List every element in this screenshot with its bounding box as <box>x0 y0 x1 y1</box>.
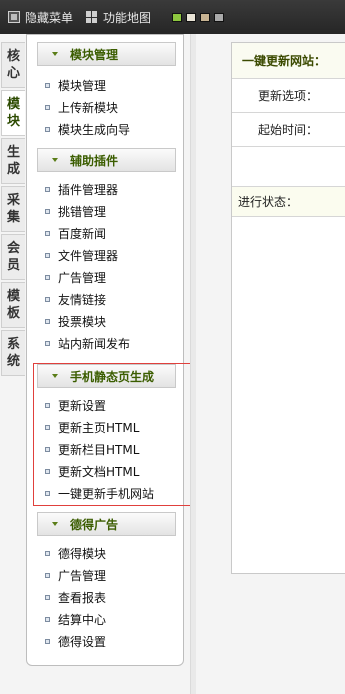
menu-item[interactable]: 广告管理 <box>45 566 106 584</box>
sitemap-button[interactable]: 功能地图 <box>86 9 151 25</box>
menu-item[interactable]: 更新设置 <box>45 396 106 414</box>
theme-swatch-green[interactable] <box>172 13 182 22</box>
bullet-icon <box>45 550 50 556</box>
side-menu-panel: 模块管理 模块管理 上传新模块 模块生成向导 辅助插件 插件管理器 挑错管理 百… <box>26 34 184 666</box>
bullet-icon <box>45 208 50 214</box>
top-toolbar: 隐藏菜单 功能地图 <box>0 0 345 34</box>
menu-group-plugins[interactable]: 辅助插件 <box>37 148 176 172</box>
theme-swatch-gray[interactable] <box>214 13 224 22</box>
menu-item[interactable]: 投票模块 <box>45 312 106 330</box>
hide-menu-icon <box>8 11 20 23</box>
menu-group-mobile-static[interactable]: 手机静态页生成 <box>37 364 176 388</box>
bullet-icon <box>45 230 50 236</box>
sitemap-icon <box>86 11 98 23</box>
bullet-icon <box>45 490 50 496</box>
tab-core[interactable]: 核心 <box>1 42 25 88</box>
menu-group-dede-ads[interactable]: 德得广告 <box>37 512 176 536</box>
bullet-icon <box>45 82 50 88</box>
start-time-label: 起始时间： <box>232 113 345 147</box>
collapse-caret-icon <box>52 158 58 162</box>
update-options-label: 更新选项： <box>232 79 345 113</box>
tab-templates[interactable]: 模板 <box>1 282 25 328</box>
main-content-panel: 一键更新网站： 更新选项： 起始时间： 进行状态： <box>231 42 345 574</box>
menu-item[interactable]: 更新栏目HTML <box>45 440 139 458</box>
tab-system[interactable]: 系统 <box>1 330 25 376</box>
bullet-icon <box>45 402 50 408</box>
hide-menu-button[interactable]: 隐藏菜单 <box>8 9 73 25</box>
tab-generate[interactable]: 生成 <box>1 138 25 184</box>
menu-item[interactable]: 模块生成向导 <box>45 120 130 138</box>
collapse-caret-icon <box>52 52 58 56</box>
blank-row <box>232 147 345 187</box>
bullet-icon <box>45 126 50 132</box>
content-header: 一键更新网站： <box>232 43 345 79</box>
menu-item[interactable]: 广告管理 <box>45 268 106 286</box>
panel-splitter[interactable] <box>190 34 196 694</box>
bullet-icon <box>45 424 50 430</box>
menu-group-module-management[interactable]: 模块管理 <box>37 42 176 66</box>
bullet-icon <box>45 468 50 474</box>
collapse-caret-icon <box>52 374 58 378</box>
menu-item[interactable]: 更新主页HTML <box>45 418 139 436</box>
bullet-icon <box>45 572 50 578</box>
menu-item[interactable]: 查看报表 <box>45 588 106 606</box>
menu-item[interactable]: 百度新闻 <box>45 224 106 242</box>
sitemap-label: 功能地图 <box>103 10 152 25</box>
tab-collect[interactable]: 采集 <box>1 186 25 232</box>
bullet-icon <box>45 104 50 110</box>
menu-item[interactable]: 模块管理 <box>45 76 106 94</box>
menu-item[interactable]: 文件管理器 <box>45 246 118 264</box>
tab-members[interactable]: 会员 <box>1 234 25 280</box>
tab-modules[interactable]: 模块 <box>1 90 25 136</box>
bullet-icon <box>45 340 50 346</box>
hide-menu-label: 隐藏菜单 <box>25 10 74 25</box>
menu-item[interactable]: 德得模块 <box>45 544 106 562</box>
vertical-tab-bar: 核心 模块 生成 采集 会员 模板 系统 <box>0 42 26 378</box>
menu-item[interactable]: 德得设置 <box>45 632 106 650</box>
menu-item[interactable]: 结算中心 <box>45 610 106 628</box>
bullet-icon <box>45 296 50 302</box>
bullet-icon <box>45 594 50 600</box>
bullet-icon <box>45 638 50 644</box>
bullet-icon <box>45 318 50 324</box>
theme-swatch-tan[interactable] <box>200 13 210 22</box>
bullet-icon <box>45 446 50 452</box>
menu-item[interactable]: 友情链接 <box>45 290 106 308</box>
bullet-icon <box>45 274 50 280</box>
bullet-icon <box>45 252 50 258</box>
menu-item[interactable]: 挑错管理 <box>45 202 106 220</box>
menu-item[interactable]: 一键更新手机网站 <box>45 484 154 502</box>
theme-swatch-cream[interactable] <box>186 13 196 22</box>
menu-item[interactable]: 更新文档HTML <box>45 462 139 480</box>
bullet-icon <box>45 186 50 192</box>
menu-item[interactable]: 站内新闻发布 <box>45 334 130 352</box>
menu-item[interactable]: 上传新模块 <box>45 98 118 116</box>
collapse-caret-icon <box>52 522 58 526</box>
menu-item[interactable]: 插件管理器 <box>45 180 118 198</box>
bullet-icon <box>45 616 50 622</box>
status-label: 进行状态： <box>232 187 345 217</box>
